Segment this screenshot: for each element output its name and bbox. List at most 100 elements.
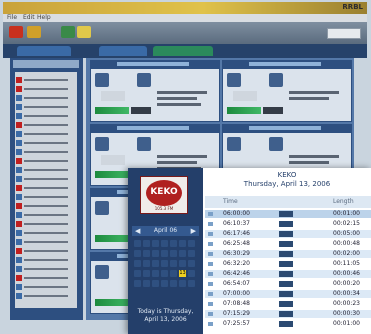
table-row[interactable]: 07:15:29 00:00:30 (205, 310, 371, 318)
schedule-card[interactable] (90, 60, 220, 122)
status-icon (137, 137, 151, 151)
sidebar-row[interactable] (15, 130, 77, 138)
red-flag-icon (16, 248, 22, 254)
station-name: KEKO (277, 171, 297, 179)
folder-icon[interactable] (27, 26, 41, 38)
title-bar: RRBL (3, 2, 367, 14)
next-month-icon[interactable]: ▶ (191, 227, 196, 235)
media-thumbnail (279, 291, 293, 297)
sidebar-row[interactable] (15, 148, 77, 156)
month-nav: ◀ April 06 ▶ (132, 226, 199, 236)
blue-flag-icon (16, 239, 22, 245)
clock-icon (95, 73, 109, 87)
sidebar-row[interactable] (15, 94, 77, 102)
table-row[interactable]: 06:00:00 00:01:00 (205, 210, 371, 218)
play-button[interactable] (61, 26, 75, 38)
menu-bar: File Edit Help (3, 14, 367, 22)
table-row[interactable]: 06:25:48 00:00:48 (205, 240, 371, 248)
sidebar-row[interactable] (15, 193, 77, 201)
sidebar-row[interactable] (15, 202, 77, 210)
app-name: RRBL (342, 3, 363, 11)
table-row[interactable]: 07:08:48 00:00:23 (205, 300, 371, 308)
sidebar-row[interactable] (15, 247, 77, 255)
sidebar-row[interactable] (15, 184, 77, 192)
red-flag-icon (16, 122, 22, 128)
sidebar-row[interactable] (15, 238, 77, 246)
table-row[interactable]: 07:25:57 00:01:00 (205, 320, 371, 328)
table-row[interactable]: 06:17:46 00:05:00 (205, 230, 371, 238)
open-icon[interactable] (77, 26, 91, 38)
blue-flag-icon (16, 167, 22, 173)
table-row[interactable]: 06:32:20 00:11:05 (205, 260, 371, 268)
tab-1[interactable] (17, 46, 71, 56)
item-type-icon (208, 252, 213, 256)
sidebar-row[interactable] (15, 220, 77, 228)
blue-flag-icon (16, 131, 22, 137)
sidebar-row[interactable] (15, 166, 77, 174)
sidebar-row[interactable] (15, 85, 77, 93)
sidebar-row[interactable] (15, 112, 77, 120)
item-type-icon (208, 232, 213, 236)
table-row[interactable]: 06:42:46 00:00:46 (205, 270, 371, 278)
item-type-icon (208, 312, 213, 316)
schedule-card[interactable] (222, 60, 352, 122)
blue-flag-icon (16, 293, 22, 299)
row-length: 00:00:23 (333, 300, 360, 307)
clock-icon (95, 201, 109, 215)
blue-flag-icon (16, 140, 22, 146)
tab-3[interactable] (153, 46, 213, 56)
toolbar-field[interactable] (327, 28, 361, 39)
item-type-icon (208, 272, 213, 276)
prev-month-icon[interactable]: ◀ (135, 227, 140, 235)
today-cell[interactable]: 13 (179, 270, 186, 277)
sidebar-row[interactable] (15, 229, 77, 237)
status-icon (269, 73, 283, 87)
table-row[interactable]: 06:54:07 00:00:20 (205, 280, 371, 288)
red-flag-icon (16, 203, 22, 209)
menu-file[interactable]: File (7, 14, 17, 21)
sidebar-row[interactable] (15, 274, 77, 282)
sidebar-row[interactable] (15, 175, 77, 183)
sidebar-row[interactable] (15, 256, 77, 264)
clock-icon (95, 137, 109, 151)
row-length: 00:01:00 (333, 210, 360, 217)
row-length: 00:00:34 (333, 290, 360, 297)
table-row[interactable]: 06:30:29 00:02:00 (205, 250, 371, 258)
blue-flag-icon (16, 149, 22, 155)
sidebar-row[interactable] (15, 76, 77, 84)
menu-edit[interactable]: Edit (23, 14, 35, 21)
sidebar (10, 58, 83, 320)
media-thumbnail (279, 311, 293, 317)
sidebar-row[interactable] (15, 211, 77, 219)
sidebar-row[interactable] (15, 103, 77, 111)
red-flag-icon (16, 185, 22, 191)
sidebar-row[interactable] (15, 283, 77, 291)
item-type-icon (208, 242, 213, 246)
item-type-icon (208, 302, 213, 306)
row-length: 00:01:00 (333, 320, 360, 327)
row-length: 00:00:46 (333, 270, 360, 277)
sidebar-row[interactable] (15, 121, 77, 129)
blue-flag-icon (16, 194, 22, 200)
red-flag-icon (16, 221, 22, 227)
schedule-detail: KEKO Thursday, April 13, 2006 Time Lengt… (203, 168, 371, 334)
table-row[interactable]: 06:10:37 00:02:15 (205, 220, 371, 228)
media-thumbnail (279, 221, 293, 227)
record-button[interactable] (9, 26, 23, 38)
time-column-header[interactable]: Time (223, 198, 238, 205)
row-time: 07:25:57 (223, 320, 250, 327)
item-type-icon (208, 282, 213, 286)
table-row[interactable]: 07:00:00 00:00:34 (205, 290, 371, 298)
menu-help[interactable]: Help (37, 14, 51, 21)
sidebar-row[interactable] (15, 139, 77, 147)
sidebar-row[interactable] (15, 265, 77, 273)
media-thumbnail (279, 261, 293, 267)
red-flag-icon (16, 275, 22, 281)
tab-2[interactable] (99, 46, 147, 56)
month-label: April 06 (153, 227, 178, 234)
length-column-header[interactable]: Length (333, 198, 354, 205)
sidebar-row[interactable] (15, 292, 77, 300)
sidebar-row[interactable] (15, 157, 77, 165)
row-length: 00:00:48 (333, 240, 360, 247)
status-icon (137, 73, 151, 87)
